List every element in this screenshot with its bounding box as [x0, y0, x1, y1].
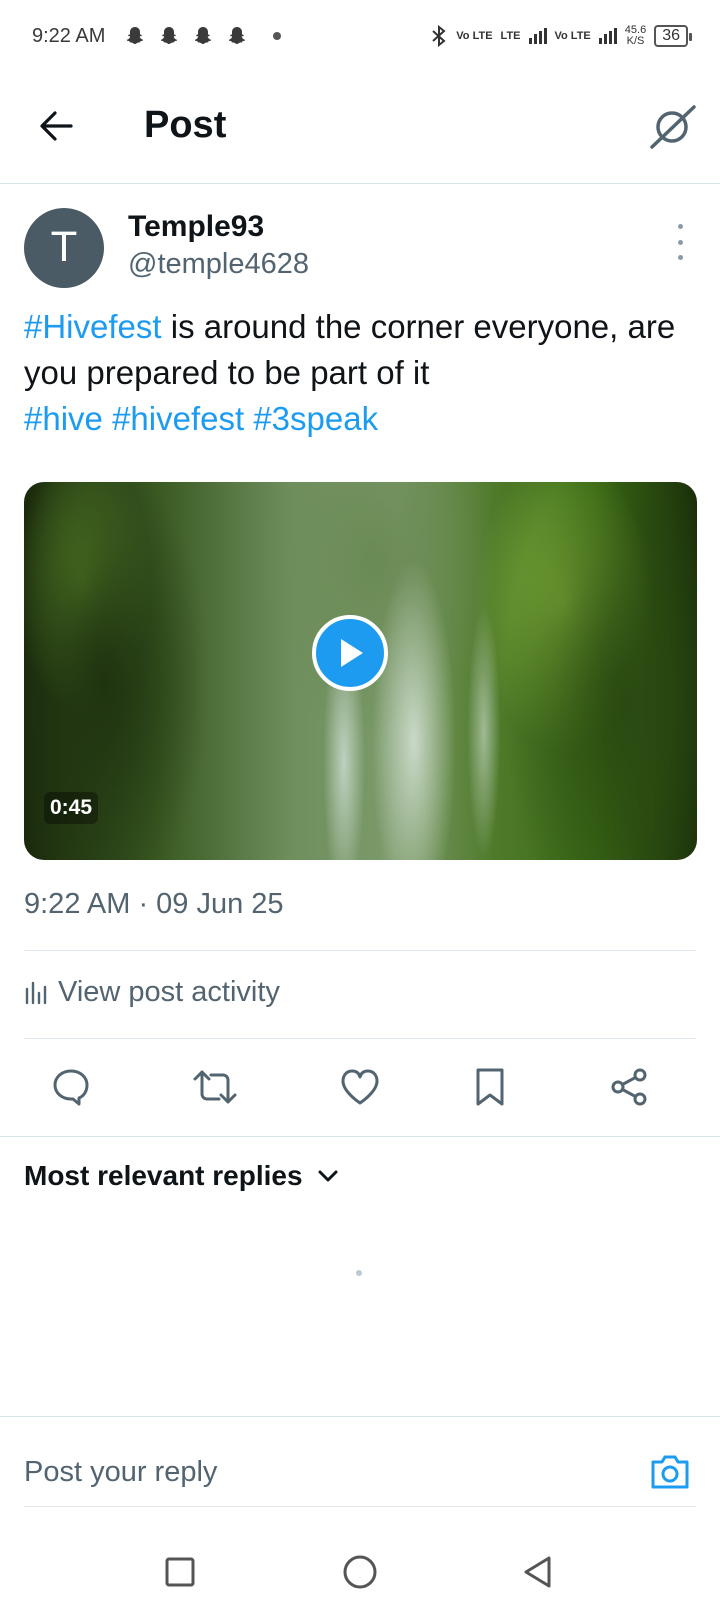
- author-display-name[interactable]: Temple93: [128, 210, 264, 244]
- signal-icon: [528, 28, 547, 44]
- view-post-activity-label: View post activity: [58, 975, 280, 1008]
- like-button[interactable]: [335, 1062, 385, 1112]
- hashtag-link[interactable]: #hivefest: [112, 400, 244, 437]
- post-text: #Hivefest is around the corner everyone,…: [24, 304, 704, 442]
- more-options-button[interactable]: [672, 224, 688, 260]
- divider: [24, 1038, 696, 1039]
- recents-button[interactable]: [160, 1552, 200, 1592]
- battery-icon: 36: [654, 25, 692, 47]
- chevron-down-icon: [318, 1170, 338, 1182]
- status-left: 9:22 AM: [32, 24, 282, 48]
- system-navigation-bar: [0, 1530, 720, 1612]
- home-button[interactable]: [340, 1552, 380, 1592]
- repost-button[interactable]: [190, 1062, 240, 1112]
- play-button[interactable]: [312, 615, 388, 691]
- square-icon: [165, 1557, 195, 1587]
- snapchat-icon: [161, 27, 178, 44]
- back-nav-button[interactable]: [518, 1552, 558, 1592]
- heart-icon: [341, 1069, 379, 1105]
- back-button[interactable]: [36, 106, 76, 146]
- triangle-back-icon: [524, 1556, 551, 1588]
- hashtag-link[interactable]: #3speak: [253, 400, 378, 437]
- bookmark-icon: [476, 1068, 504, 1106]
- camera-icon: [651, 1455, 689, 1489]
- more-notifications-dot: [273, 32, 282, 40]
- replies-sort-label: Most relevant replies: [24, 1160, 303, 1191]
- share-button[interactable]: [604, 1062, 654, 1112]
- snapchat-icon: [195, 27, 212, 44]
- top-app-bar: Post: [0, 84, 720, 184]
- reply-icon: [53, 1069, 89, 1106]
- grok-button[interactable]: [648, 102, 698, 152]
- post-timestamp: 9:22 AM · 09 Jun 25: [24, 888, 284, 920]
- view-post-activity-button[interactable]: View post activity: [24, 968, 280, 1016]
- repost-icon: [193, 1070, 237, 1104]
- bluetooth-icon: [432, 25, 446, 47]
- post-author: T Temple93 @temple4628: [24, 206, 696, 290]
- network-speed: 45.6 K/S: [625, 25, 646, 47]
- signal-icon: [598, 28, 617, 44]
- bookmark-button[interactable]: [465, 1062, 515, 1112]
- avatar[interactable]: T: [24, 208, 104, 288]
- loading-indicator: [356, 1270, 362, 1276]
- reply-input[interactable]: Post your reply: [24, 1456, 217, 1489]
- replies-sort-dropdown[interactable]: Most relevant replies: [24, 1160, 339, 1192]
- grok-icon: [650, 105, 696, 149]
- play-icon: [341, 639, 363, 667]
- divider: [0, 1416, 720, 1417]
- snapchat-icon: [229, 27, 246, 44]
- analytics-icon: [25, 981, 47, 1005]
- network-label-1: Vo LTE: [456, 29, 493, 42]
- post-action-bar: [0, 1052, 720, 1122]
- status-time: 9:22 AM: [32, 24, 106, 47]
- network-label-3: Vo LTE: [554, 29, 591, 42]
- reply-button[interactable]: [46, 1062, 96, 1112]
- hashtag-link[interactable]: #hive: [24, 400, 103, 437]
- divider: [24, 1506, 696, 1507]
- author-handle[interactable]: @temple4628: [128, 248, 309, 281]
- divider: [24, 950, 696, 951]
- hashtag-link[interactable]: #Hivefest: [24, 308, 162, 345]
- page-title: Post: [144, 104, 227, 146]
- circle-icon: [343, 1555, 377, 1589]
- reply-composer[interactable]: Post your reply: [24, 1440, 696, 1504]
- speed-unit: K/S: [626, 35, 645, 47]
- video-player[interactable]: 0:45: [24, 482, 697, 860]
- share-icon: [611, 1068, 647, 1106]
- divider: [0, 1136, 720, 1137]
- camera-button[interactable]: [648, 1450, 692, 1494]
- status-right: Vo LTE LTE Vo LTE 45.6 K/S 36: [430, 25, 692, 47]
- snapchat-icon: [127, 27, 144, 44]
- video-duration: 0:45: [44, 792, 99, 824]
- status-bar: 9:22 AM Vo LTE LTE Vo LTE 45.6 K/S 36: [0, 0, 720, 72]
- network-label-2: LTE: [500, 29, 521, 42]
- arrow-left-icon: [40, 111, 73, 141]
